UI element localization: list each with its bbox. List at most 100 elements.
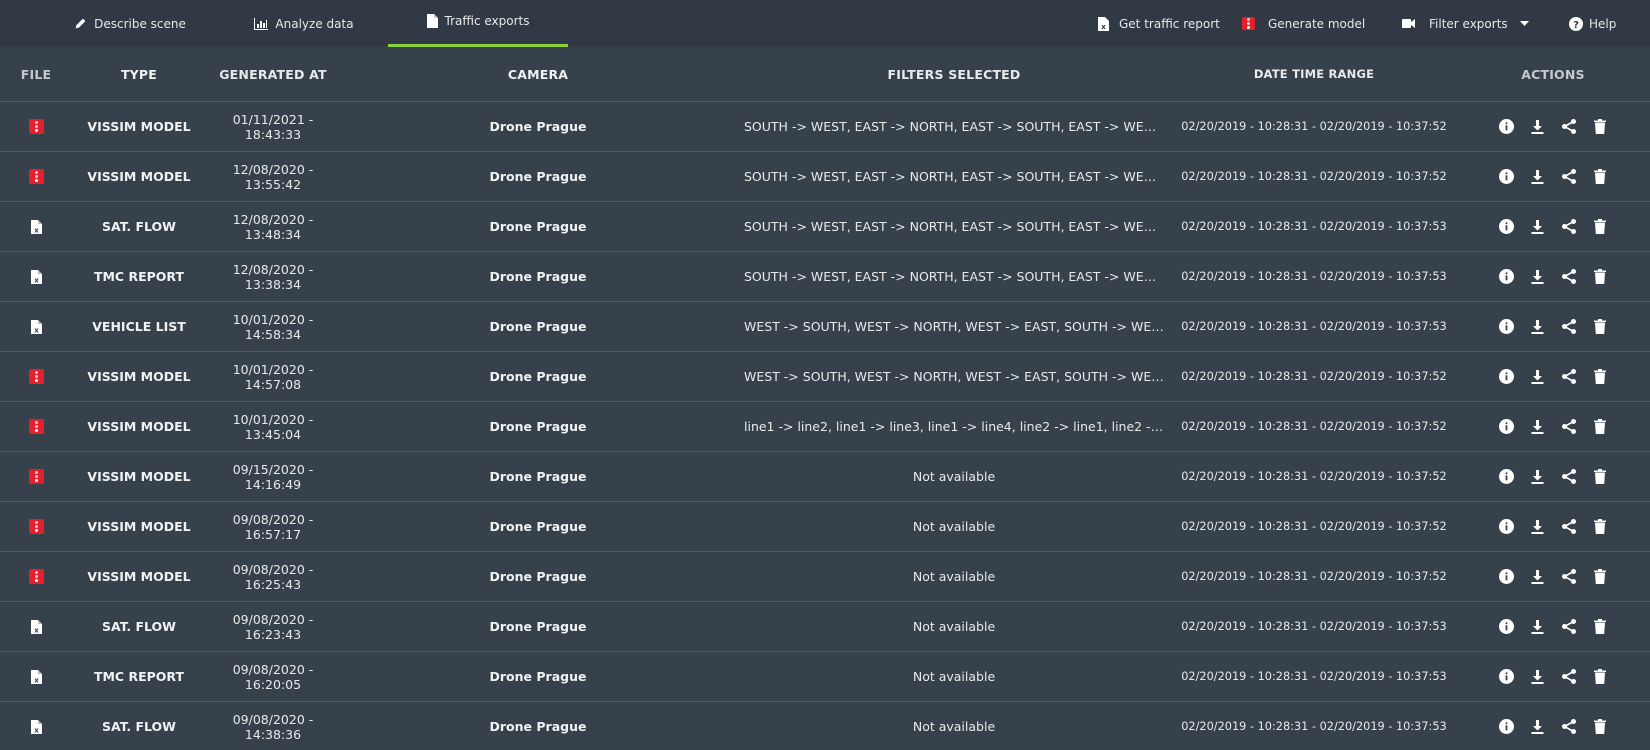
download-icon[interactable]: [1529, 568, 1547, 586]
traffic-light-icon: [1242, 17, 1255, 30]
download-icon[interactable]: [1529, 718, 1547, 736]
table-row[interactable]: VISSIM MODEL 12/08/2020 - 13:55:42 Drone…: [0, 152, 1650, 202]
info-icon[interactable]: [1498, 368, 1516, 386]
download-icon[interactable]: [1529, 668, 1547, 686]
table-header: FILE TYPE GENERATED AT CAMERA FILTERS SE…: [0, 47, 1650, 102]
date-time-range: 02/20/2019 - 10:28:31 - 02/20/2019 - 10:…: [1181, 420, 1447, 433]
filter-exports-dropdown[interactable]: Filter exports: [1402, 0, 1529, 47]
file-type-cell: [0, 469, 72, 484]
table-row[interactable]: x SAT. FLOW 12/08/2020 - 13:48:34 Drone …: [0, 202, 1650, 252]
trash-icon[interactable]: [1591, 568, 1609, 586]
file-type-cell: [0, 169, 72, 184]
info-icon[interactable]: [1498, 218, 1516, 236]
info-icon[interactable]: [1498, 418, 1516, 436]
download-icon[interactable]: [1529, 218, 1547, 236]
date-time-range: 02/20/2019 - 10:28:31 - 02/20/2019 - 10:…: [1181, 470, 1447, 483]
table-row[interactable]: VISSIM MODEL 10/01/2020 - 13:45:04 Drone…: [0, 402, 1650, 452]
camera-name: Drone Prague: [489, 519, 587, 534]
table-row[interactable]: VISSIM MODEL 09/15/2020 - 14:16:49 Drone…: [0, 452, 1650, 502]
info-icon[interactable]: [1498, 318, 1516, 336]
tab-describe-scene[interactable]: Describe scene: [40, 0, 220, 47]
share-icon[interactable]: [1560, 118, 1578, 136]
table-row[interactable]: x SAT. FLOW 09/08/2020 - 16:23:43 Drone …: [0, 602, 1650, 652]
share-icon[interactable]: [1560, 518, 1578, 536]
date-time-range: 02/20/2019 - 10:28:31 - 02/20/2019 - 10:…: [1181, 520, 1447, 533]
export-type: SAT. FLOW: [102, 619, 176, 634]
info-icon[interactable]: [1498, 618, 1516, 636]
download-icon[interactable]: [1529, 368, 1547, 386]
info-icon[interactable]: [1498, 568, 1516, 586]
share-icon[interactable]: [1560, 618, 1578, 636]
trash-icon[interactable]: [1591, 168, 1609, 186]
excel-file-icon: x: [30, 719, 42, 734]
generated-at: 09/08/2020 - 16:20:05: [232, 661, 314, 692]
share-icon[interactable]: [1560, 668, 1578, 686]
svg-text:x: x: [34, 726, 39, 734]
trash-icon[interactable]: [1591, 418, 1609, 436]
table-row[interactable]: x TMC REPORT 12/08/2020 - 13:38:34 Drone…: [0, 252, 1650, 302]
tab-traffic-exports[interactable]: Traffic exports: [388, 0, 568, 47]
download-icon[interactable]: [1529, 618, 1547, 636]
info-icon[interactable]: [1498, 118, 1516, 136]
export-type: TMC REPORT: [93, 669, 185, 684]
column-header-date-time-range[interactable]: DATE TIME RANGE: [1172, 67, 1456, 81]
download-icon[interactable]: [1529, 168, 1547, 186]
trash-icon[interactable]: [1591, 468, 1609, 486]
download-icon[interactable]: [1529, 468, 1547, 486]
info-icon[interactable]: [1498, 268, 1516, 286]
table-row[interactable]: VISSIM MODEL 10/01/2020 - 14:57:08 Drone…: [0, 352, 1650, 402]
row-actions: [1456, 418, 1650, 436]
download-icon[interactable]: [1529, 318, 1547, 336]
export-type: VEHICLE LIST: [92, 319, 186, 334]
info-icon[interactable]: [1498, 668, 1516, 686]
share-icon[interactable]: [1560, 268, 1578, 286]
column-header-actions: ACTIONS: [1521, 66, 1585, 82]
table-row[interactable]: VISSIM MODEL 09/08/2020 - 16:25:43 Drone…: [0, 552, 1650, 602]
column-header-generated-at[interactable]: GENERATED AT: [206, 67, 340, 82]
info-icon[interactable]: [1498, 518, 1516, 536]
column-header-camera[interactable]: CAMERA: [340, 67, 736, 82]
trash-icon[interactable]: [1591, 218, 1609, 236]
row-actions: [1456, 468, 1650, 486]
trash-icon[interactable]: [1591, 668, 1609, 686]
download-icon[interactable]: [1529, 418, 1547, 436]
trash-icon[interactable]: [1591, 318, 1609, 336]
traffic-light-icon: [28, 119, 44, 134]
share-icon[interactable]: [1560, 568, 1578, 586]
table-row[interactable]: x VEHICLE LIST 10/01/2020 - 14:58:34 Dro…: [0, 302, 1650, 352]
download-icon[interactable]: [1529, 518, 1547, 536]
info-icon[interactable]: [1498, 168, 1516, 186]
share-icon[interactable]: [1560, 468, 1578, 486]
table-row[interactable]: x SAT. FLOW 09/08/2020 - 14:38:36 Drone …: [0, 702, 1650, 750]
get-traffic-report-button[interactable]: x Get traffic report: [1098, 0, 1220, 47]
trash-icon[interactable]: [1591, 718, 1609, 736]
column-header-file[interactable]: FILE: [0, 67, 72, 82]
share-icon[interactable]: [1560, 168, 1578, 186]
info-icon[interactable]: [1498, 468, 1516, 486]
date-time-range: 02/20/2019 - 10:28:31 - 02/20/2019 - 10:…: [1181, 220, 1447, 233]
share-icon[interactable]: [1560, 318, 1578, 336]
download-icon[interactable]: [1529, 118, 1547, 136]
column-header-filters-selected[interactable]: FILTERS SELECTED: [736, 67, 1172, 82]
svg-text:x: x: [1101, 23, 1106, 31]
column-header-type[interactable]: TYPE: [72, 67, 206, 82]
help-button[interactable]: ? Help: [1569, 0, 1616, 47]
share-icon[interactable]: [1560, 368, 1578, 386]
download-icon[interactable]: [1529, 268, 1547, 286]
generate-model-button[interactable]: Generate model: [1242, 0, 1365, 47]
generated-at: 09/08/2020 - 16:57:17: [232, 511, 314, 542]
table-row[interactable]: VISSIM MODEL 09/08/2020 - 16:57:17 Drone…: [0, 502, 1650, 552]
trash-icon[interactable]: [1591, 118, 1609, 136]
share-icon[interactable]: [1560, 718, 1578, 736]
trash-icon[interactable]: [1591, 268, 1609, 286]
tab-analyze-data[interactable]: Analyze data: [220, 0, 388, 47]
trash-icon[interactable]: [1591, 518, 1609, 536]
info-icon[interactable]: [1498, 718, 1516, 736]
trash-icon[interactable]: [1591, 368, 1609, 386]
table-row[interactable]: x TMC REPORT 09/08/2020 - 16:20:05 Drone…: [0, 652, 1650, 702]
share-icon[interactable]: [1560, 218, 1578, 236]
share-icon[interactable]: [1560, 418, 1578, 436]
table-row[interactable]: VISSIM MODEL 01/11/2021 - 18:43:33 Drone…: [0, 102, 1650, 152]
trash-icon[interactable]: [1591, 618, 1609, 636]
row-actions: [1456, 368, 1650, 386]
